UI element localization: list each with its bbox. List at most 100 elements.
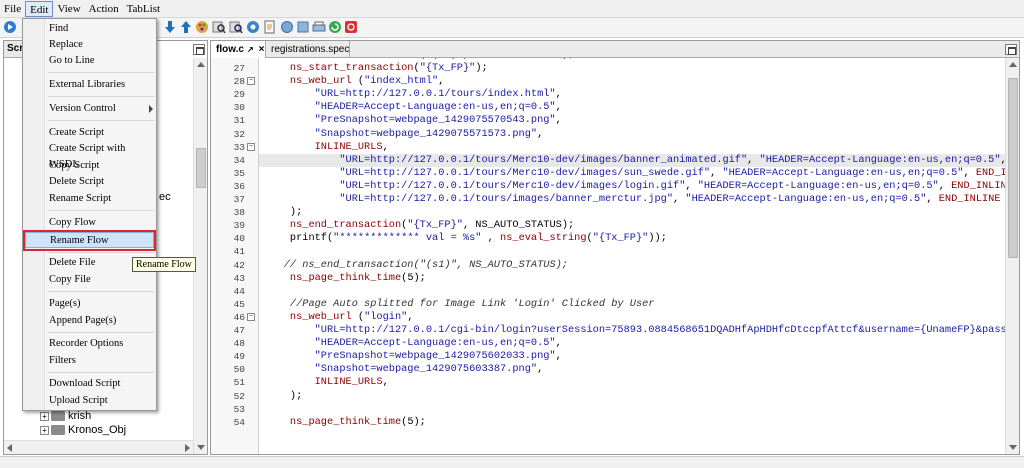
magnifier-plus-icon[interactable]	[229, 20, 243, 34]
code-line[interactable]: "PreSnapshot=webpage_1429075602033.png",	[259, 350, 1005, 363]
pin-icon[interactable]: ↗	[247, 45, 254, 54]
scroll-thumb[interactable]	[196, 148, 206, 188]
code-line[interactable]: );	[259, 390, 1005, 403]
fold-toggle-icon[interactable]: −	[247, 142, 255, 151]
menu-view[interactable]: View	[53, 1, 84, 17]
arrow-down-icon[interactable]	[163, 20, 177, 34]
print-icon[interactable]	[312, 20, 326, 34]
code-line[interactable]: "URL=http://127.0.0.1/tours/index.html",	[259, 88, 1005, 101]
magnifier-icon[interactable]	[212, 20, 226, 34]
tree-item-krish[interactable]: + krish	[40, 409, 91, 423]
menu-item-copy-script[interactable]: Copy Script	[48, 158, 153, 174]
tree-horizontal-scrollbar[interactable]	[4, 440, 193, 454]
tab-label: registrations.spec	[271, 44, 350, 55]
expand-icon[interactable]: +	[40, 411, 49, 421]
menu-item-find[interactable]: Find	[48, 21, 153, 37]
arrow-up-icon[interactable]	[179, 20, 193, 34]
code-line[interactable]: "URL=http://127.0.0.1/tours/Merc10-dev/i…	[259, 167, 1005, 180]
menu-item-copy-file[interactable]: Copy File	[48, 272, 153, 288]
code-line[interactable]: ns_page_think_time(5);	[259, 416, 1005, 429]
code-line[interactable]: "HEADER=Accept-Language:en-us,en;q=0.5",	[259, 101, 1005, 114]
code-line[interactable]: );	[259, 206, 1005, 219]
menu-item-external-libraries[interactable]: External Libraries	[48, 77, 153, 93]
code-line[interactable]: ns_page_think_time(5);	[259, 272, 1005, 285]
tree-vertical-scrollbar[interactable]	[193, 58, 207, 454]
menu-item-copy-flow[interactable]: Copy Flow	[48, 215, 153, 231]
scroll-up-icon[interactable]	[197, 62, 205, 67]
code-line[interactable]: "Snapshot=webpage_1429075603387.png",	[259, 363, 1005, 376]
code-line[interactable]: "URL=http://127.0.0.1/tours/Merc10-dev/i…	[259, 153, 1005, 167]
menu-item-delete-script[interactable]: Delete Script	[48, 174, 153, 190]
menu-file[interactable]: File	[0, 1, 25, 17]
line-number: 32	[233, 128, 245, 140]
code-line[interactable]: printf("************* val = %s" , ns_eva…	[259, 232, 1005, 245]
fold-toggle-icon[interactable]: −	[247, 312, 255, 321]
code-line[interactable]: ns_web_url ("index_html",	[259, 75, 1005, 88]
scroll-right-icon[interactable]	[185, 444, 190, 452]
code-line[interactable]: "HEADER=Accept-Language:en-us,en;q=0.5",	[259, 337, 1005, 350]
code-token: ns_end_transaction	[289, 219, 402, 232]
settings-icon[interactable]	[296, 20, 310, 34]
close-tab-icon[interactable]: ×	[259, 44, 265, 55]
menu-item-filters[interactable]: Filters	[48, 353, 153, 369]
code-area[interactable]: //ns_start_transaction("(s1)", NS_AUTO_S…	[259, 58, 1005, 454]
menu-item-version-control[interactable]: Version Control	[48, 101, 156, 117]
scroll-thumb[interactable]	[1008, 78, 1018, 258]
menu-item-append-pages[interactable]: Append Page(s)	[48, 313, 153, 329]
menu-item-create-script-wsdl[interactable]: Create Script with WSDL	[48, 141, 153, 170]
code-line[interactable]: INLINE_URLS,	[259, 141, 1005, 154]
editor-vertical-scrollbar[interactable]	[1005, 58, 1019, 454]
run-icon[interactable]	[3, 20, 17, 34]
menu-item-pages[interactable]: Page(s)	[48, 296, 153, 312]
gear-icon[interactable]	[246, 20, 260, 34]
close-red-icon[interactable]	[344, 20, 358, 34]
code-line[interactable]: // ns_end_transaction("(s1)", NS_AUTO_ST…	[259, 259, 1005, 272]
line-number: 30	[233, 102, 245, 114]
code-line[interactable]	[259, 245, 1005, 258]
palette-icon[interactable]	[195, 20, 209, 34]
code-token: "PreSnapshot=webpage_1429075570543.png"	[314, 114, 556, 127]
menu-item-rename-script[interactable]: Rename Script	[48, 191, 153, 207]
tab-registrations-spec[interactable]: registrations.spec	[266, 41, 350, 58]
code-line[interactable]: ns_web_url ("login",	[259, 311, 1005, 324]
maximize-editor-button[interactable]	[1005, 44, 1017, 55]
menu-item-upload-script[interactable]: Upload Script	[48, 393, 153, 409]
fold-toggle-icon[interactable]: −	[247, 77, 255, 86]
expand-icon[interactable]: +	[40, 425, 49, 435]
tree-text-fragment: ec	[159, 191, 171, 203]
tooltip: Rename Flow	[132, 257, 196, 272]
code-line[interactable]: "URL=http://127.0.0.1/tours/Merc10-dev/i…	[259, 180, 1005, 193]
code-token: ,	[673, 193, 686, 205]
code-line[interactable]: //Page Auto splitted for Image Link 'Log…	[259, 298, 1005, 311]
document-icon[interactable]	[263, 20, 277, 34]
code-line[interactable]	[259, 403, 1005, 416]
record-icon[interactable]	[280, 20, 294, 34]
menu-item-download-script[interactable]: Download Script	[48, 376, 153, 392]
menu-tablist[interactable]: TabList	[123, 1, 164, 17]
menu-item-create-script[interactable]: Create Script	[48, 125, 153, 141]
menu-edit[interactable]: Edit	[25, 0, 54, 17]
code-line[interactable]	[259, 285, 1005, 298]
code-token: , NS_AUTO_STATUS);	[462, 219, 575, 232]
menu-action[interactable]: Action	[85, 1, 123, 17]
menu-item-go-to-line[interactable]: Go to Line	[48, 53, 153, 69]
scroll-up-icon[interactable]	[1009, 62, 1017, 67]
scroll-down-icon[interactable]	[197, 445, 205, 450]
code-line[interactable]: ns_start_transaction("{Tx_FP}");	[259, 62, 1005, 75]
maximize-panel-button[interactable]	[193, 44, 205, 55]
tree-item-kronos-obj[interactable]: + Kronos_Obj	[40, 423, 126, 437]
code-token: INLINE_URLS	[314, 140, 383, 153]
line-number: 34	[233, 154, 245, 166]
code-line[interactable]: "URL=http://127.0.0.1/tours/images/banne…	[259, 193, 1005, 206]
code-line[interactable]: "PreSnapshot=webpage_1429075570543.png",	[259, 114, 1005, 127]
code-line[interactable]: "Snapshot=webpage_1429075571573.png",	[259, 128, 1005, 141]
code-line[interactable]: ns_end_transaction("{Tx_FP}", NS_AUTO_ST…	[259, 219, 1005, 232]
code-line[interactable]: INLINE_URLS,	[259, 376, 1005, 389]
code-line[interactable]: "URL=http://127.0.0.1/cgi-bin/login?user…	[259, 324, 1005, 337]
menu-item-recorder-options[interactable]: Recorder Options	[48, 336, 153, 352]
tab-flow-c[interactable]: flow.c ↗ ×	[211, 41, 266, 58]
refresh-icon[interactable]	[328, 20, 342, 34]
menu-item-replace[interactable]: Replace	[48, 37, 153, 53]
scroll-down-icon[interactable]	[1009, 445, 1017, 450]
scroll-left-icon[interactable]	[7, 444, 12, 452]
